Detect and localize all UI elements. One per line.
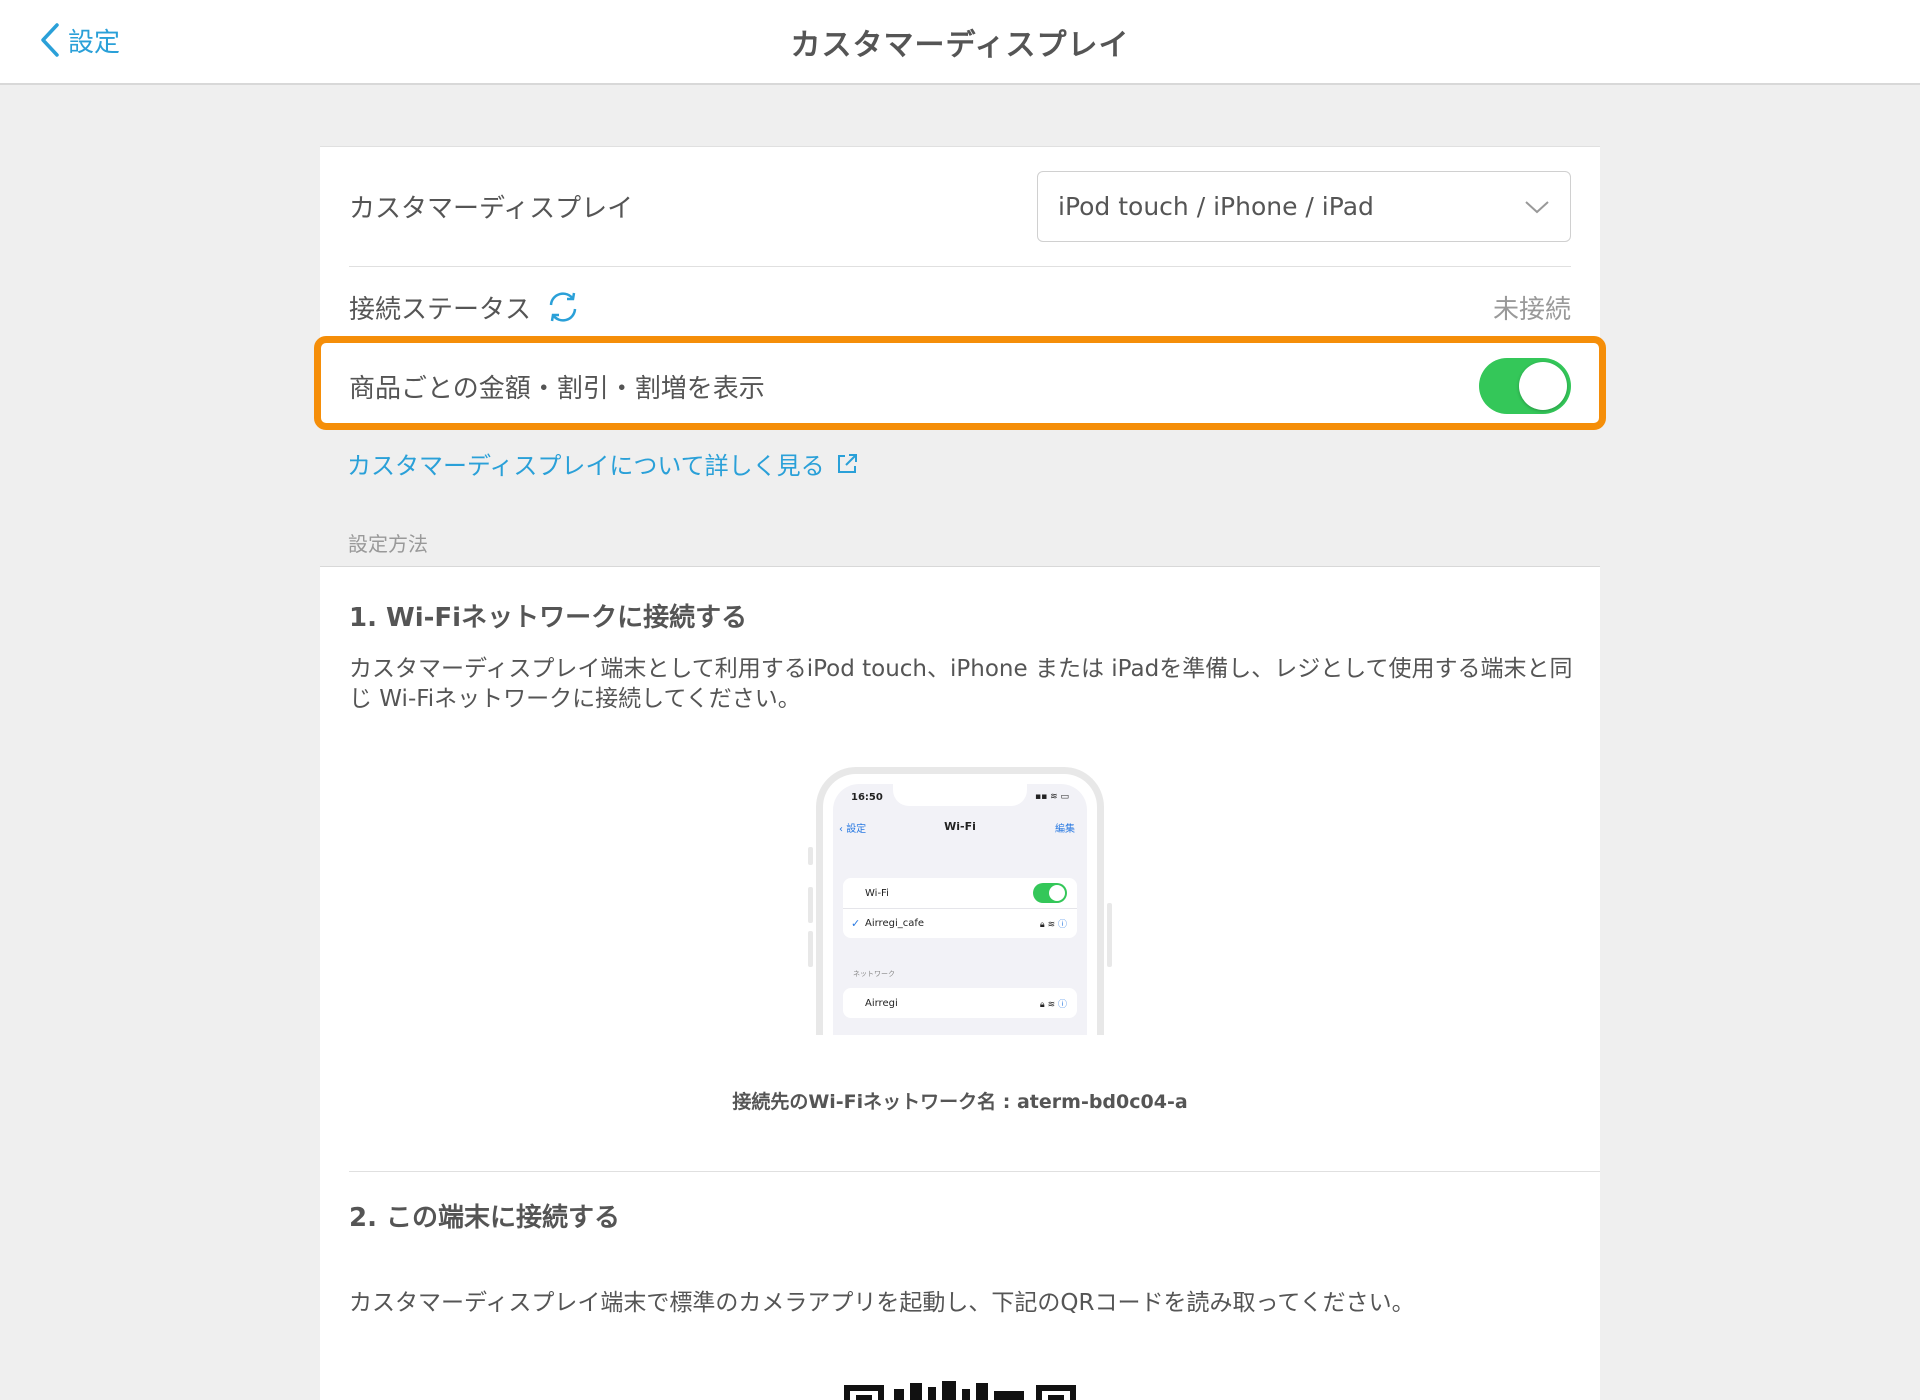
phone-side-button (808, 847, 813, 865)
qr-code (844, 1381, 1076, 1400)
refresh-icon[interactable] (545, 289, 581, 325)
phone-side-button (808, 931, 813, 967)
step2-title: 2. この端末に接続する (349, 1203, 621, 1233)
phone-other-network-row: Airregi 🔒︎ ≋ ⓘ (843, 988, 1077, 1018)
step1-description: カスタマーディスプレイ端末として利用するiPod touch、iPhone また… (349, 656, 1573, 712)
phone-status-icons: ▪▪ ≋ ▭ (1035, 792, 1069, 802)
phone-connected-network-row: ✓ Airregi_cafe 🔒︎ ≋ ⓘ (843, 908, 1077, 938)
phone-side-button (1107, 903, 1112, 967)
phone-other-network: Airregi (865, 997, 898, 1009)
connection-status-row: 接続ステータス 未接続 (349, 267, 1571, 347)
connection-status-value: 未接続 (1492, 294, 1571, 325)
phone-notch (893, 784, 1027, 806)
device-type-select[interactable]: iPod touch / iPhone / iPad (1037, 171, 1571, 242)
learn-more-link-label: カスタマーディスプレイについて詳しく見る (347, 452, 825, 480)
learn-more-link[interactable]: カスタマーディスプレイについて詳しく見る (347, 446, 859, 481)
phone-side-button (808, 887, 813, 923)
chevron-down-icon (1525, 200, 1549, 213)
section-label: 設定方法 (348, 532, 428, 556)
phone-illustration: 16:50 ▪▪ ≋ ▭ ‹ 設定 Wi-Fi 編集 Wi-Fi ✓ Airre… (808, 767, 1112, 1035)
phone-connected-network: Airregi_cafe (865, 918, 925, 929)
phone-networks-header: ネットワーク (853, 970, 895, 978)
connection-status-label: 接続ステータス (349, 294, 532, 325)
phone-edit: 編集 (1055, 824, 1075, 835)
phone-wifi-toggle (1033, 883, 1067, 903)
phone-networks-group: Airregi 🔒︎ ≋ ⓘ (843, 988, 1077, 1018)
phone-screen: 16:50 ▪▪ ≋ ▭ ‹ 設定 Wi-Fi 編集 Wi-Fi ✓ Airre… (833, 784, 1087, 1035)
divider (349, 1171, 1600, 1172)
step1-title: 1. Wi-Fiネットワークに接続する (349, 603, 748, 633)
phone-wifi-row: Wi-Fi (843, 878, 1077, 908)
page-title: カスタマーディスプレイ (790, 28, 1130, 63)
external-link-icon (837, 453, 857, 473)
phone-time: 16:50 (851, 792, 883, 803)
device-type-value: iPod touch / iPhone / iPad (1058, 192, 1374, 221)
highlight-frame (314, 336, 1606, 430)
customer-display-row: カスタマーディスプレイ iPod touch / iPhone / iPad (349, 147, 1571, 267)
phone-network-icons: 🔒︎ ≋ ⓘ (1039, 920, 1067, 930)
instructions-card: 1. Wi-Fiネットワークに接続する カスタマーディスプレイ端末として利用する… (320, 566, 1600, 1400)
navigation-bar: 設定 カスタマーディスプレイ (0, 0, 1920, 85)
phone-wifi-group: Wi-Fi ✓ Airregi_cafe 🔒︎ ≋ ⓘ (843, 878, 1077, 938)
phone-network-icons: 🔒︎ ≋ ⓘ (1039, 999, 1067, 1010)
phone-title: Wi-Fi (944, 820, 976, 833)
customer-display-label: カスタマーディスプレイ (349, 194, 634, 224)
phone-wifi-label: Wi-Fi (865, 887, 889, 899)
step2-description: カスタマーディスプレイ端末で標準のカメラアプリを起動し、下記のQRコードを読み取… (349, 1290, 1415, 1316)
checkmark-icon: ✓ (851, 917, 861, 930)
network-name-caption: 接続先のWi-Fiネットワーク名 : aterm-bd0c04-a (732, 1091, 1188, 1113)
